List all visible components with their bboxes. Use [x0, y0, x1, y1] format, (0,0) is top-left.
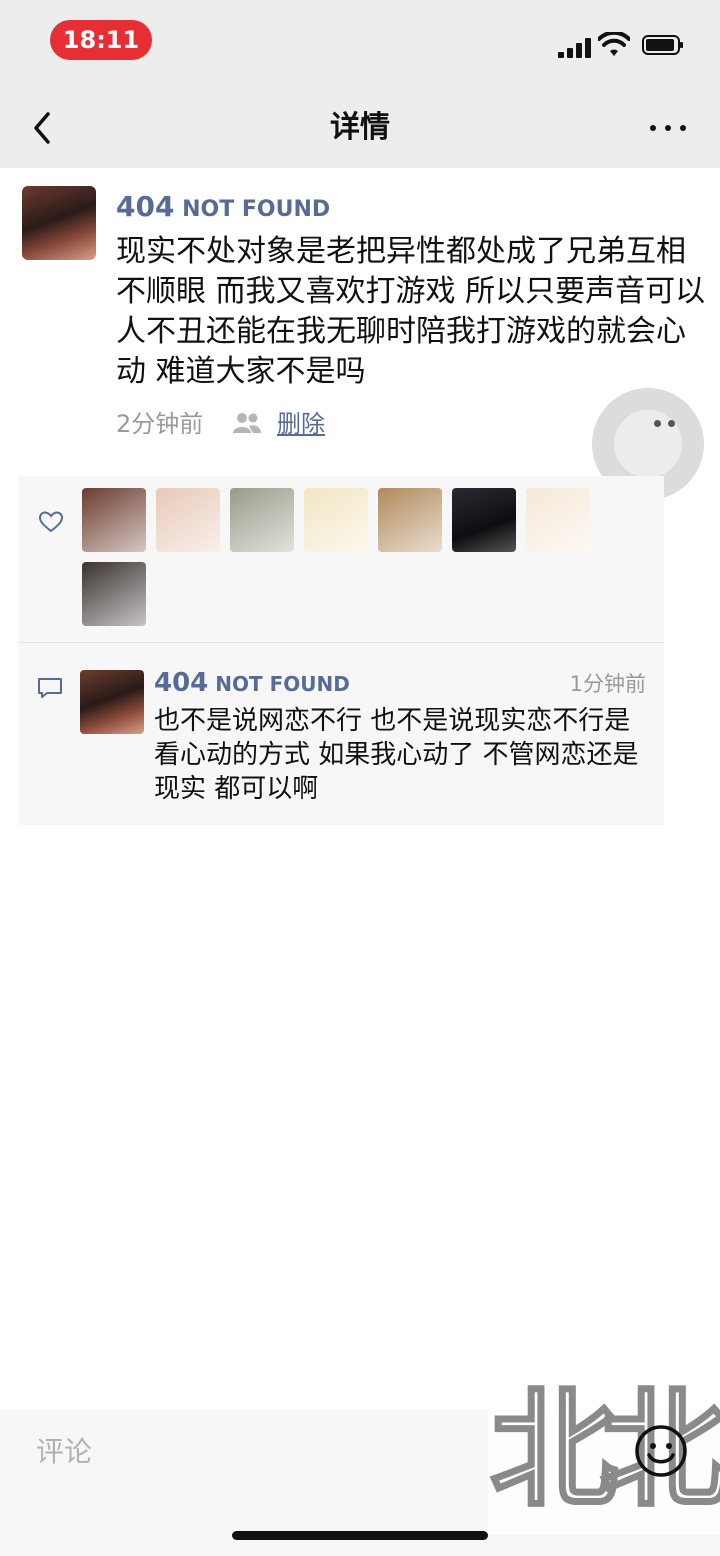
post-time: 2分钟前 [116, 410, 204, 438]
comment-author-avatar[interactable] [80, 670, 144, 734]
like-avatar-woman-sitting[interactable] [82, 562, 146, 626]
wifi-icon [598, 32, 630, 56]
like-avatar-skateboard-sketch[interactable] [304, 488, 368, 552]
nav-bar: 详情 [0, 88, 720, 168]
delete-button[interactable]: 删除 [277, 404, 325, 444]
post-author-avatar[interactable] [22, 186, 96, 260]
like-avatar-woman[interactable] [82, 488, 146, 552]
comment-author-name-part: 404 [154, 668, 209, 698]
home-indicator[interactable] [232, 1531, 488, 1540]
post-text: 现实不处对象是老把异性都处成了兄弟互相不顺眼 而我又喜欢打游戏 所以只要声音可以… [116, 234, 706, 389]
cellular-signal-icon [558, 38, 592, 58]
watermark-char: 北 [488, 1375, 619, 1527]
comment-input[interactable]: 评论 [36, 1432, 92, 1472]
comment-author-name-suffix: NOT FOUND [208, 672, 350, 696]
like-avatar-anime-girl[interactable] [156, 488, 220, 552]
status-bar: 18:11 [0, 0, 720, 88]
heart-icon [38, 511, 64, 533]
comment-time: 1分钟前 [569, 672, 646, 696]
emoji-icon[interactable] [634, 1424, 688, 1478]
comment-text[interactable]: 也不是说网恋不行 也不是说现实恋不行是看心动的方式 如果我心动了 不管网恋还是现… [154, 704, 654, 806]
status-time: 18:11 [50, 20, 152, 60]
post-author-name-suffix: NOT FOUND [174, 197, 331, 222]
post-author-name-part: 404 [116, 190, 175, 223]
like-avatar-anime-boy[interactable] [452, 488, 516, 552]
comment-bubble-icon [38, 678, 62, 698]
like-avatar-boy[interactable] [230, 488, 294, 552]
like-avatar-sandwich[interactable] [526, 488, 590, 552]
page-title: 详情 [330, 110, 390, 145]
comment-author-name[interactable]: 404 NOT FOUND [154, 666, 350, 701]
more-options-icon[interactable] [648, 112, 688, 144]
battery-icon [642, 35, 683, 55]
post-author-name[interactable]: 404 NOT FOUND [116, 190, 330, 227]
like-avatar-bear-glasses[interactable] [378, 488, 442, 552]
visibility-people-icon[interactable] [232, 412, 262, 434]
